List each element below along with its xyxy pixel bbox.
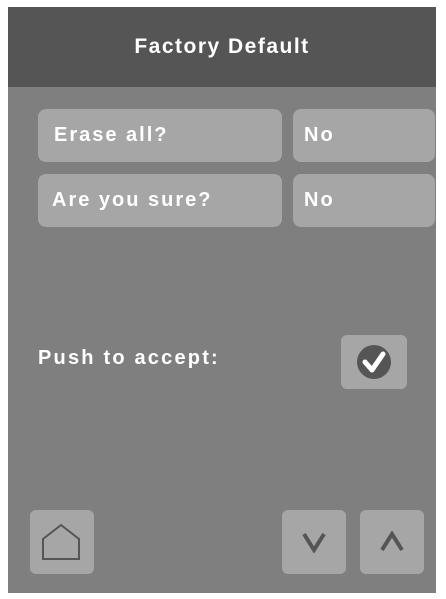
home-button[interactable] <box>30 510 94 574</box>
erase-all-value: No <box>304 124 335 146</box>
chevron-down-icon <box>302 532 326 553</box>
down-button[interactable] <box>282 510 346 574</box>
erase-all-label: Erase all? <box>54 124 169 146</box>
header-bar: Factory Default <box>8 7 436 87</box>
are-you-sure-value: No <box>304 189 335 211</box>
page-title: Factory Default <box>134 35 310 58</box>
accept-button[interactable] <box>341 335 407 389</box>
push-to-accept-label: Push to accept: <box>38 347 220 369</box>
are-you-sure-label-button[interactable]: Are you sure? <box>38 174 282 227</box>
are-you-sure-label: Are you sure? <box>52 189 213 211</box>
home-icon <box>42 523 80 560</box>
erase-all-value-button[interactable]: No <box>293 109 435 162</box>
up-button[interactable] <box>360 510 424 574</box>
erase-all-label-button[interactable]: Erase all? <box>38 109 282 162</box>
screen: Factory Default Erase all? No Are you su… <box>8 7 436 593</box>
chevron-up-icon <box>380 531 404 552</box>
checkmark-circle-icon <box>357 345 391 379</box>
are-you-sure-value-button[interactable]: No <box>293 174 435 227</box>
